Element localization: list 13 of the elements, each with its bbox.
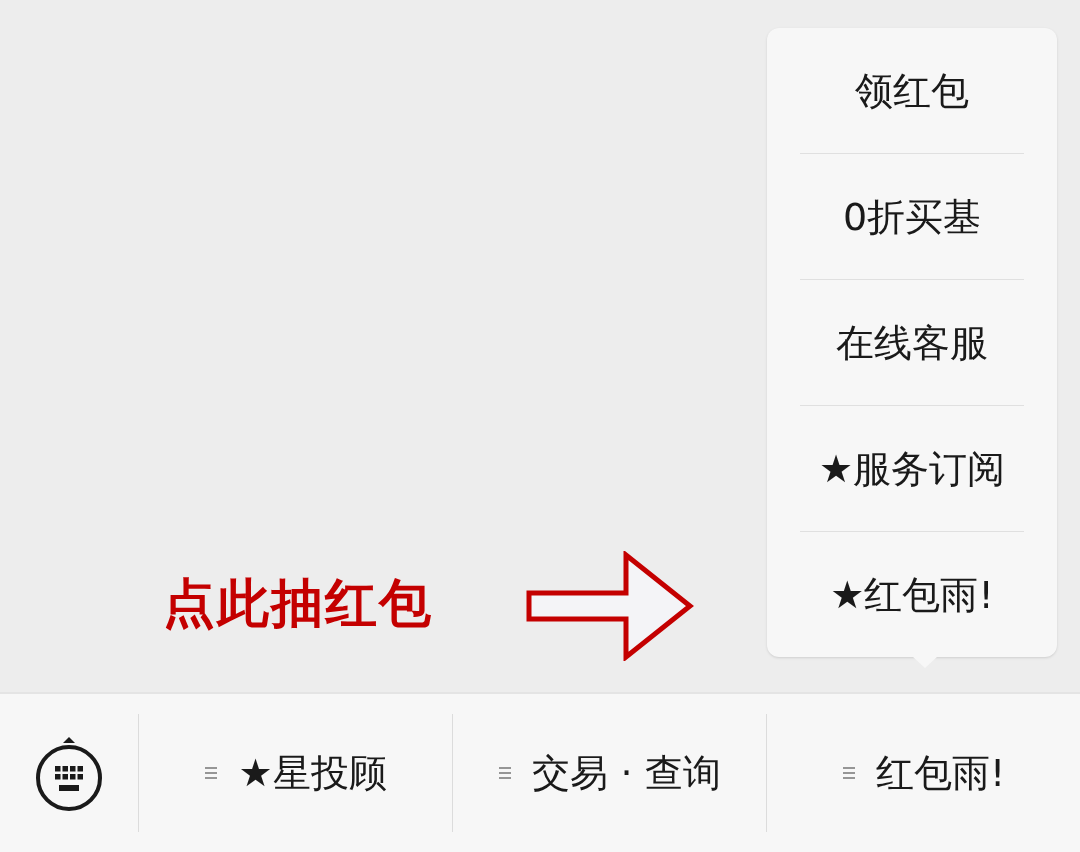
bottom-menu-item[interactable]: ★星投顾 bbox=[204, 754, 387, 792]
menu-icon bbox=[204, 765, 219, 781]
popup-menu-item[interactable]: 领红包 bbox=[855, 71, 969, 110]
bottom-menu-item[interactable]: 红包雨! bbox=[841, 754, 1006, 792]
popup-menu-item[interactable]: 在线客服 bbox=[836, 323, 988, 362]
annotation-text: 点此抽红包 bbox=[163, 577, 433, 629]
popup-menu-item[interactable]: 0折买基 bbox=[842, 197, 982, 236]
bottom-menu-item[interactable]: 交易 · 查询 bbox=[498, 754, 721, 792]
menu-icon bbox=[498, 765, 513, 781]
arrow-icon bbox=[526, 551, 694, 661]
menu-icon bbox=[841, 765, 856, 781]
popup-menu-item[interactable]: ★服务订阅 bbox=[818, 449, 1006, 488]
popup-menu-item[interactable]: ★红包雨! bbox=[830, 575, 994, 614]
